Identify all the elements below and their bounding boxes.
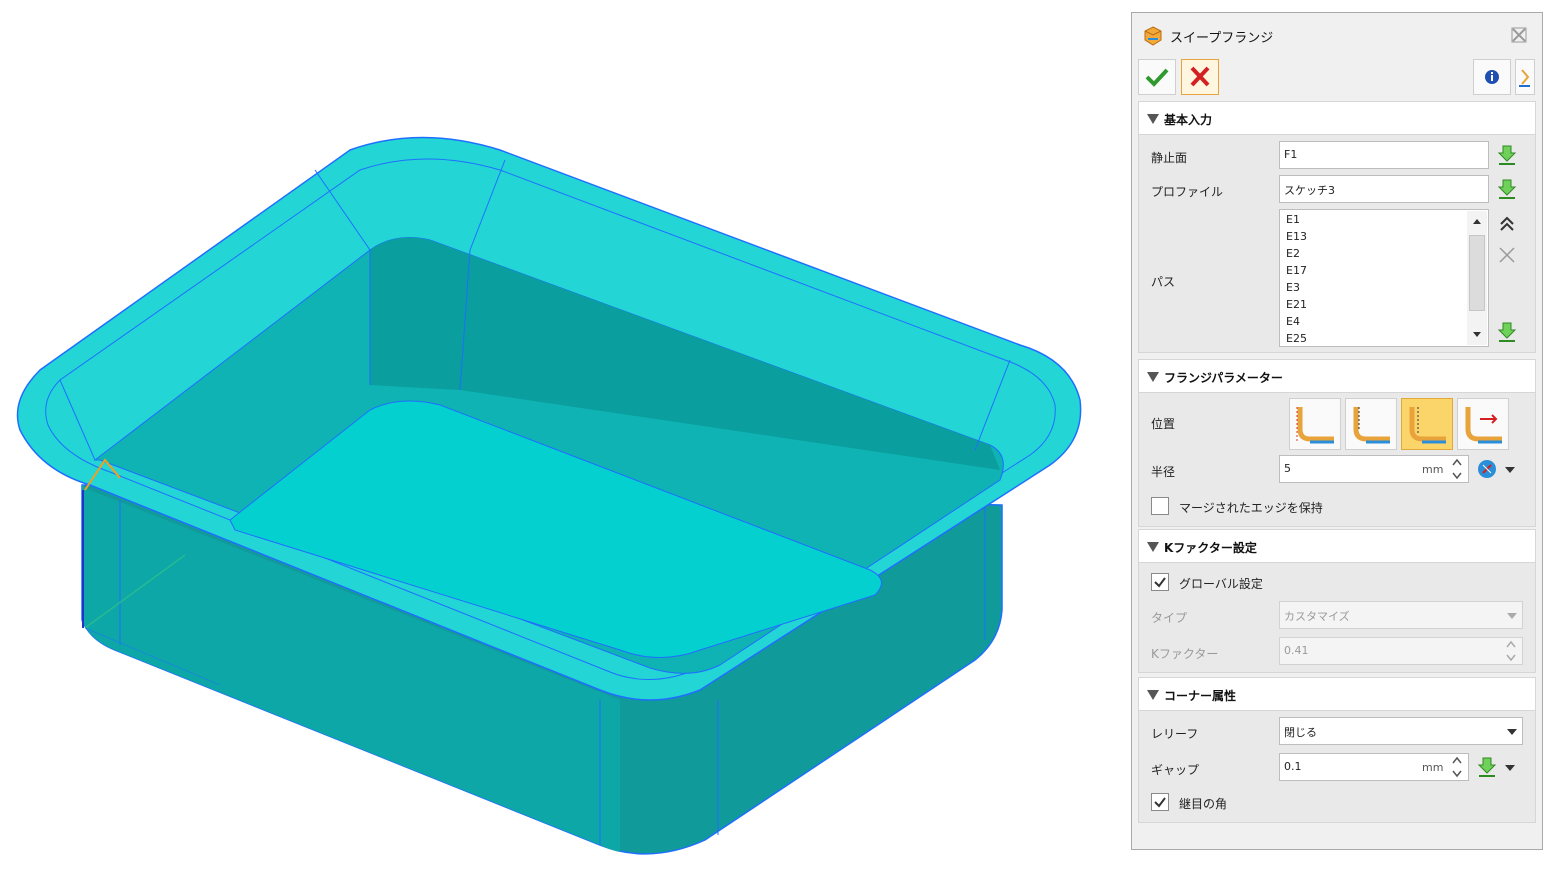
section-title-basic: 基本入力 (1164, 113, 1213, 127)
pick-arrow-icon[interactable] (1496, 144, 1518, 166)
section-title-corner: コーナー属性 (1164, 689, 1237, 703)
list-item[interactable]: E25 (1286, 332, 1307, 345)
collapse-triangle-icon (1147, 372, 1159, 382)
list-item[interactable]: E21 (1286, 298, 1307, 311)
global-setting-label: グローバル設定 (1179, 577, 1263, 591)
scroll-thumb[interactable] (1469, 235, 1485, 311)
move-up-icon[interactable] (1496, 213, 1518, 235)
collapse-triangle-icon (1147, 542, 1159, 552)
position-option-4[interactable] (1457, 398, 1509, 450)
chevron-down-icon[interactable] (1507, 613, 1517, 619)
info-button[interactable] (1473, 59, 1511, 95)
path-label: パス (1151, 275, 1176, 289)
chevron-down-icon[interactable] (1505, 765, 1515, 771)
close-icon[interactable] (1510, 26, 1528, 44)
section-header-corner[interactable]: コーナー属性 (1138, 677, 1536, 711)
info-icon (1485, 70, 1499, 84)
section-body-flange: 位置 半径 5 mm マージされたエッジを保持 (1138, 393, 1536, 527)
position-option-3[interactable] (1401, 398, 1453, 450)
spinner-arrows-icon[interactable] (1451, 754, 1463, 780)
position-option-2[interactable] (1345, 398, 1397, 450)
chevron-down-icon[interactable] (1507, 729, 1517, 735)
section-body-basic: 静止面 F1 プロファイル スケッチ3 パス E1 E13 E2 E17 E3 … (1138, 135, 1536, 353)
keep-merged-edges-label: マージされたエッジを保持 (1179, 501, 1323, 515)
radius-unit: mm (1422, 463, 1444, 476)
chevron-down-icon[interactable] (1505, 467, 1515, 473)
section-corner-properties: コーナー属性 レリーフ 閉じる ギャップ 0.1 mm 継目の角 (1138, 677, 1536, 823)
type-dropdown[interactable]: カスタマイズ (1279, 601, 1523, 629)
list-scrollbar[interactable] (1467, 211, 1487, 345)
radius-label: 半径 (1151, 465, 1176, 479)
section-body-kfactor: グローバル設定 タイプ カスタマイズ Kファクター 0.41 (1138, 563, 1536, 673)
list-item[interactable]: E17 (1286, 264, 1307, 277)
list-item[interactable]: E3 (1286, 281, 1300, 294)
check-icon (1145, 68, 1169, 87)
section-body-corner: レリーフ 閉じる ギャップ 0.1 mm 継目の角 (1138, 711, 1536, 823)
flange-position-icon (1409, 407, 1446, 444)
path-listbox[interactable]: E1 E13 E2 E17 E3 E21 E4 E25 (1279, 209, 1489, 347)
sheet-metal-tray-model[interactable] (0, 0, 1120, 889)
cancel-button[interactable] (1181, 59, 1219, 95)
kfactor-field[interactable]: 0.41 (1279, 637, 1523, 665)
section-header-basic[interactable]: 基本入力 (1138, 101, 1536, 135)
checkmark-icon (1154, 577, 1166, 588)
spinner-arrows-icon[interactable] (1451, 456, 1463, 482)
section-header-kfactor[interactable]: Kファクター設定 (1138, 529, 1536, 563)
position-label: 位置 (1151, 417, 1176, 431)
collapse-triangle-icon (1147, 690, 1159, 700)
global-setting-checkbox[interactable] (1151, 573, 1169, 591)
seam-corner-checkbox[interactable] (1151, 793, 1169, 811)
list-item[interactable]: E13 (1286, 230, 1307, 243)
section-flange-parameters: フランジパラメーター 位置 半径 5 mm マージされたエッジを保持 (1138, 359, 1536, 527)
flange-position-icon (1296, 407, 1334, 444)
x-icon (1190, 66, 1210, 87)
pick-arrow-icon[interactable] (1496, 321, 1518, 343)
stationary-face-label: 静止面 (1151, 151, 1188, 165)
measure-icon[interactable] (1476, 458, 1498, 480)
chevron-right-icon (1519, 69, 1530, 87)
sweep-flange-icon (1144, 26, 1162, 46)
seam-corner-label: 継目の角 (1179, 797, 1228, 811)
profile-field[interactable]: スケッチ3 (1279, 175, 1489, 203)
checkmark-icon (1154, 797, 1166, 808)
section-header-flange[interactable]: フランジパラメーター (1138, 359, 1536, 393)
relief-label: レリーフ (1151, 727, 1199, 741)
relief-dropdown[interactable]: 閉じる (1279, 717, 1523, 745)
expand-panel-button[interactable] (1515, 59, 1535, 95)
sweep-flange-panel: スイープフランジ 基本入力 静止面 F1 プロファイル スケッチ3 パス E1 … (1131, 12, 1543, 850)
panel-titlebar: スイープフランジ (1132, 13, 1542, 57)
list-item[interactable]: E2 (1286, 247, 1300, 260)
section-basic-input: 基本入力 静止面 F1 プロファイル スケッチ3 パス E1 E13 E2 E1… (1138, 101, 1536, 353)
kfactor-label: Kファクター (1151, 647, 1219, 661)
flange-position-icon (1465, 407, 1502, 444)
section-title-flange: フランジパラメーター (1164, 371, 1283, 385)
section-k-factor: Kファクター設定 グローバル設定 タイプ カスタマイズ Kファクター 0.41 (1138, 529, 1536, 673)
pick-arrow-icon[interactable] (1496, 178, 1518, 200)
spinner-arrows-icon[interactable] (1505, 638, 1517, 664)
section-title-kfactor: Kファクター設定 (1164, 541, 1257, 555)
3d-viewport[interactable] (0, 0, 1120, 889)
list-item[interactable]: E4 (1286, 315, 1300, 328)
gap-label: ギャップ (1151, 763, 1200, 777)
type-label: タイプ (1151, 611, 1188, 625)
pick-arrow-icon[interactable] (1476, 756, 1498, 778)
panel-title: スイープフランジ (1170, 31, 1274, 46)
keep-merged-edges-checkbox[interactable] (1151, 497, 1169, 515)
collapse-triangle-icon (1147, 114, 1159, 124)
ok-button[interactable] (1138, 59, 1176, 95)
position-option-1[interactable] (1289, 398, 1341, 450)
gap-unit: mm (1422, 761, 1444, 774)
list-item[interactable]: E1 (1286, 213, 1300, 226)
stationary-face-field[interactable]: F1 (1279, 141, 1489, 169)
remove-icon[interactable] (1496, 244, 1518, 266)
flange-position-icon (1353, 407, 1390, 444)
profile-label: プロファイル (1151, 185, 1224, 199)
